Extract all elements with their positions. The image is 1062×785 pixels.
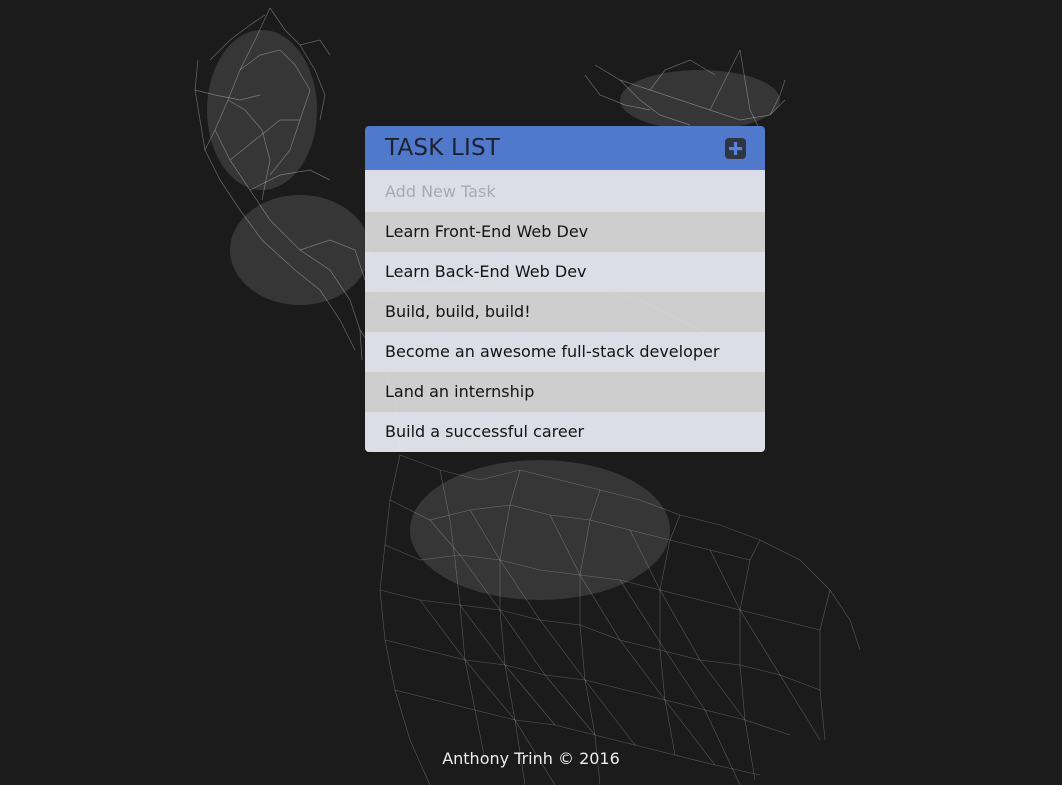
add-task-button[interactable]	[725, 137, 746, 159]
new-task-input[interactable]	[365, 170, 765, 212]
task-list: Learn Front-End Web Dev Learn Back-End W…	[365, 212, 765, 452]
task-item[interactable]: Build a successful career	[365, 412, 765, 452]
footer-copyright: Anthony Trinh © 2016	[442, 749, 620, 768]
task-item[interactable]: Build, build, build!	[365, 292, 765, 332]
task-item[interactable]: Become an awesome full-stack developer	[365, 332, 765, 372]
plus-square-icon	[729, 141, 742, 155]
task-item[interactable]: Learn Back-End Web Dev	[365, 252, 765, 292]
task-item[interactable]: Land an internship	[365, 372, 765, 412]
task-list-header: TASK LIST	[365, 126, 765, 170]
page: TASK LIST Learn Front-End Web Dev Learn …	[0, 0, 1062, 785]
task-list-title: TASK LIST	[385, 135, 501, 161]
task-item[interactable]: Learn Front-End Web Dev	[365, 212, 765, 252]
task-list-card: TASK LIST Learn Front-End Web Dev Learn …	[365, 126, 765, 452]
